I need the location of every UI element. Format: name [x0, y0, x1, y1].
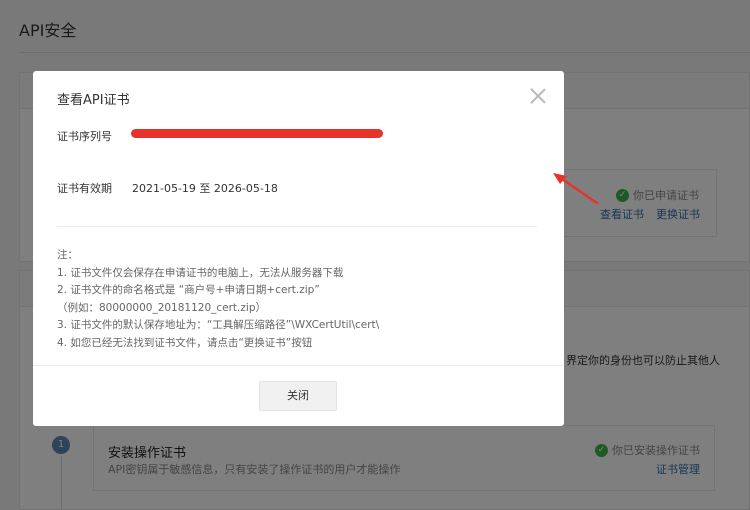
note-line: （例如：80000000_20181120_cert.zip）: [57, 301, 266, 314]
dialog-footer-divider: [33, 365, 564, 366]
note-line: 注：: [57, 249, 78, 261]
dialog-title: 查看API证书: [57, 93, 130, 108]
serial-label: 证书序列号: [57, 130, 112, 143]
annotation-arrow-icon: [553, 173, 599, 205]
validity-value: 2021-05-19 至 2026-05-18: [132, 182, 278, 195]
notes: 注： 1. 证书文件仅会保存在申请证书的电脑上，无法从服务器下载 2. 证书文件…: [57, 247, 379, 352]
note-line: 3. 证书文件的默认保存地址为：“工具解压缩路径”\WXCertUtil\cer…: [57, 319, 380, 331]
serial-redaction-mark: [131, 129, 383, 138]
note-line: 1. 证书文件仅会保存在申请证书的电脑上，无法从服务器下载: [57, 266, 344, 279]
close-button[interactable]: 关闭: [259, 381, 337, 411]
view-api-cert-dialog: 查看API证书 证书序列号 证书有效期 2021-05-19 至 2026-05…: [33, 71, 564, 426]
dialog-divider: [57, 226, 537, 227]
close-icon[interactable]: [529, 87, 547, 105]
validity-label: 证书有效期: [57, 182, 112, 195]
note-line: 4. 如您已经无法找到证书文件，请点击“更换证书”按钮: [57, 336, 313, 349]
note-line: 2. 证书文件的命名格式是 “商户号+申请日期+cert.zip”: [57, 284, 320, 296]
